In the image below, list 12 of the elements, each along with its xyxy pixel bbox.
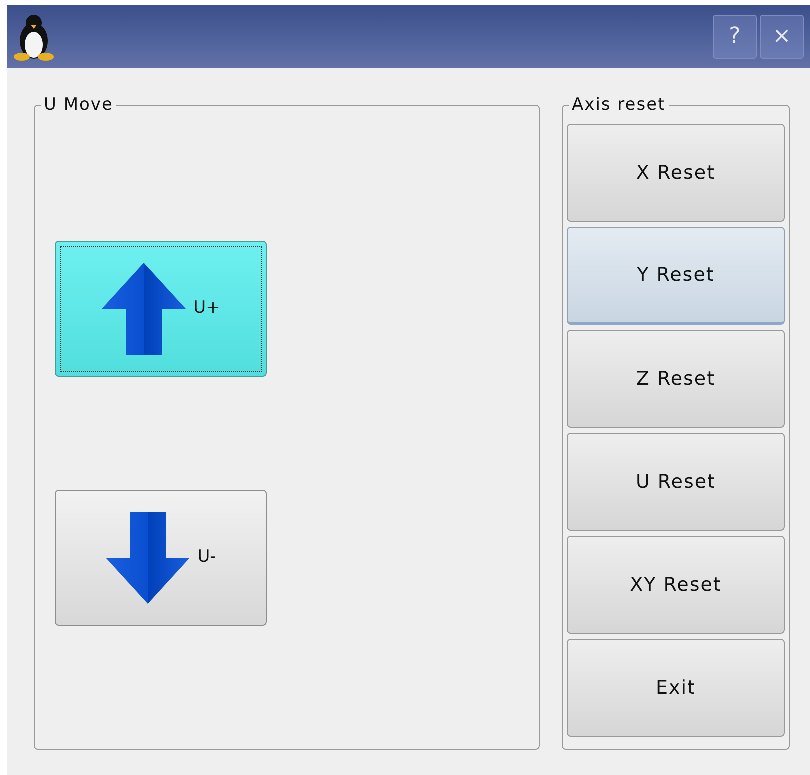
reset-button[interactable]: Y Reset [567,227,785,325]
reset-button[interactable]: Z Reset [567,330,785,428]
help-button[interactable]: ? [713,14,757,58]
reset-button[interactable]: XY Reset [567,536,785,634]
reset-button[interactable]: X Reset [567,124,785,222]
move-button[interactable]: U+ [55,241,267,377]
down-arrow-icon [106,512,190,604]
reset-button[interactable]: U Reset [567,433,785,531]
up-arrow-icon [102,263,186,355]
reset-button[interactable]: Exit [567,639,785,737]
move-button[interactable]: U- [55,490,267,626]
close-button[interactable]: × [760,14,804,58]
